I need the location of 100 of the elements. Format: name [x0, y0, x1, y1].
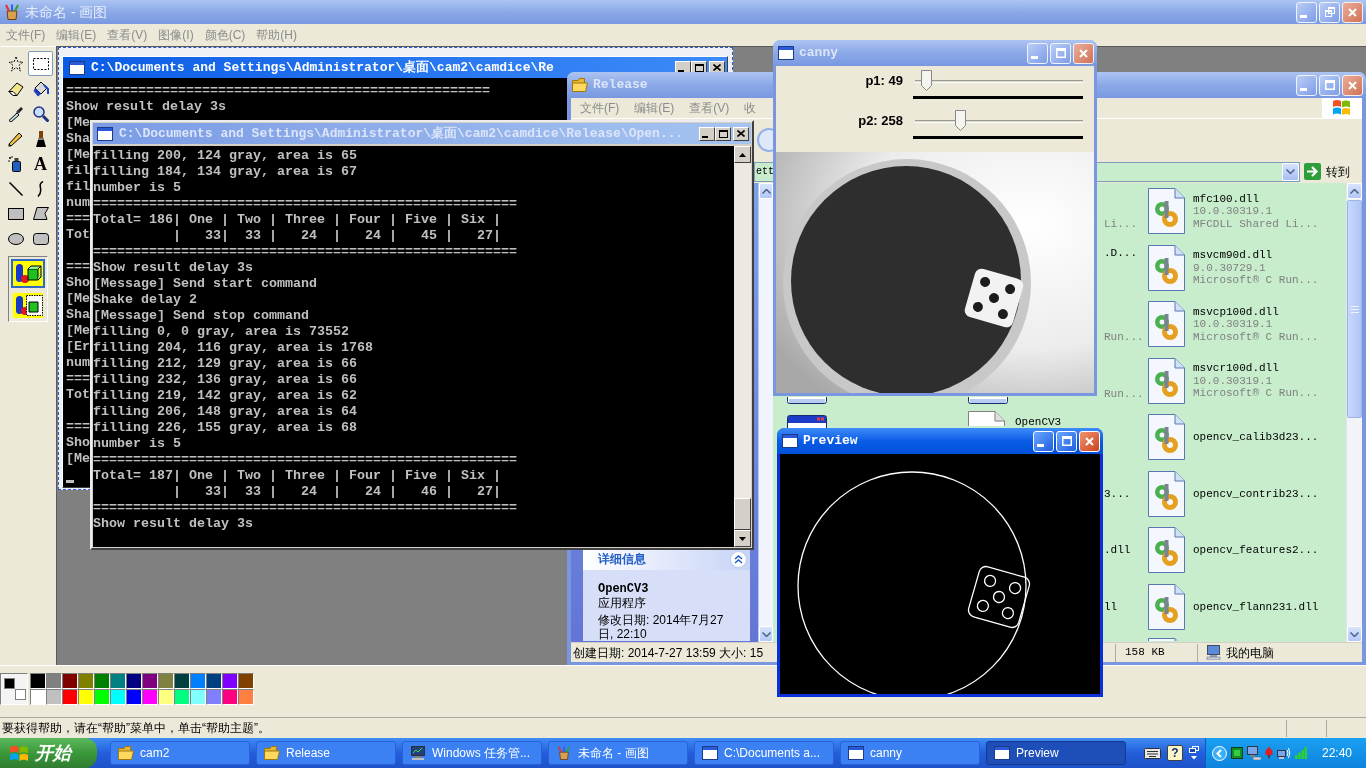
- menu-item[interactable]: 收: [744, 100, 757, 116]
- file-description: MFCDLL Shared Li...: [1193, 217, 1319, 230]
- scroll-up-button[interactable]: [1347, 183, 1362, 199]
- taskbar-button[interactable]: Preview: [986, 741, 1126, 765]
- slider-thumb[interactable]: [954, 110, 966, 131]
- restore-arrow-icon[interactable]: [1189, 746, 1199, 760]
- menu-item[interactable]: 文件(F): [580, 100, 620, 116]
- color-swatch[interactable]: [142, 673, 158, 689]
- scroll-up-button[interactable]: [734, 146, 751, 163]
- scroll-thumb[interactable]: [1347, 200, 1362, 418]
- color-swatch[interactable]: [110, 689, 126, 705]
- menu-item[interactable]: 图像(I): [158, 27, 194, 43]
- slider-track[interactable]: [913, 110, 1085, 132]
- menu-item[interactable]: 查看(V): [107, 27, 148, 43]
- scroll-down-button[interactable]: [734, 530, 751, 547]
- tool-option-button[interactable]: [11, 290, 45, 320]
- menu-item[interactable]: 编辑(E): [56, 27, 97, 43]
- console-line: ===: [66, 419, 90, 435]
- go-button[interactable]: 转到: [1304, 161, 1350, 182]
- color-swatch[interactable]: [158, 689, 174, 705]
- color-swatch[interactable]: [30, 689, 46, 705]
- window-icon: [97, 126, 113, 141]
- console-line: Shake delay 2: [93, 292, 197, 308]
- console-line: ===: [66, 371, 90, 387]
- color-swatch[interactable]: [126, 689, 142, 705]
- taskbar-button[interactable]: Release: [256, 741, 396, 765]
- rect-select-tool-button[interactable]: [28, 51, 53, 76]
- tool-option-button[interactable]: [11, 258, 45, 288]
- square-app-icon[interactable]: [1231, 747, 1243, 759]
- color-swatch[interactable]: [46, 673, 62, 689]
- file-type: 应用程序: [598, 596, 646, 610]
- keyboard-icon[interactable]: [1144, 747, 1161, 759]
- clock: 22:40: [1321, 745, 1352, 762]
- menu-item[interactable]: 帮助(H): [256, 27, 297, 43]
- close-icon: [1348, 7, 1357, 17]
- color-swatch[interactable]: [190, 689, 206, 705]
- color-swatch[interactable]: [142, 689, 158, 705]
- color-swatch[interactable]: [78, 673, 94, 689]
- menu-item[interactable]: 查看(V): [689, 100, 730, 116]
- polygon-icon: [32, 207, 49, 220]
- color-swatch[interactable]: [94, 689, 110, 705]
- chevron-circle-icon[interactable]: [1212, 745, 1227, 761]
- color-swatch[interactable]: [62, 673, 78, 689]
- taskbar-button[interactable]: cam2: [110, 741, 250, 765]
- dashed-rectangle-icon: [32, 57, 49, 70]
- secondary-swatch[interactable]: [15, 689, 26, 700]
- scroll-down-button[interactable]: [1347, 626, 1362, 642]
- console-line: Sho: [66, 435, 90, 451]
- color-swatch[interactable]: [94, 673, 110, 689]
- console-line: filling 226, 155 gray, area is 68: [93, 420, 357, 436]
- color-swatch[interactable]: [206, 689, 222, 705]
- color-swatch[interactable]: [126, 673, 142, 689]
- console-line: filling 184, 134 gray, area is 67: [93, 164, 357, 180]
- color-swatch[interactable]: [174, 673, 190, 689]
- text-tool-button[interactable]: A: [28, 151, 53, 176]
- color-swatch[interactable]: [238, 673, 254, 689]
- color-swatch[interactable]: [238, 689, 254, 705]
- taskbar-button[interactable]: canny: [840, 741, 980, 765]
- color-swatch[interactable]: [174, 689, 190, 705]
- menu-item[interactable]: 编辑(E): [634, 100, 675, 116]
- help-button[interactable]: ?: [1167, 745, 1183, 761]
- console-line: filling 219, 142 gray, area is 62: [93, 388, 357, 404]
- wireless-computer-icon[interactable]: [1277, 747, 1291, 759]
- taskbar-button[interactable]: C:\Documents a...: [694, 741, 834, 765]
- shapes-icon: [13, 292, 43, 318]
- slider-track[interactable]: [913, 70, 1085, 92]
- slider-thumb[interactable]: [920, 70, 932, 91]
- primary-swatch[interactable]: [4, 678, 15, 689]
- color-swatch[interactable]: [78, 689, 94, 705]
- file-label: Li...: [1104, 217, 1137, 230]
- dropdown-button[interactable]: [1282, 162, 1299, 181]
- file-version: 10.0.30319.1: [1193, 205, 1273, 218]
- taskbar-button[interactable]: Windows 任务管...: [402, 741, 542, 765]
- color-swatch[interactable]: [30, 673, 46, 689]
- network-computer-icon[interactable]: [1247, 746, 1261, 760]
- color-swatch[interactable]: [62, 689, 78, 705]
- color-swatch[interactable]: [206, 673, 222, 689]
- chevron-up-icon: [1350, 188, 1359, 194]
- menu-item[interactable]: 颜色(C): [204, 27, 246, 43]
- console-line: Total= 187| One | Two | Three | Four | Five | Six |: [93, 468, 501, 484]
- double-chevron-up-icon[interactable]: [730, 550, 747, 568]
- menu-item[interactable]: 文件(F): [6, 27, 46, 43]
- color-swatch[interactable]: [222, 689, 238, 705]
- scroll-down-button[interactable]: [759, 626, 773, 642]
- color-swatch[interactable]: [46, 689, 62, 705]
- color-swatch[interactable]: [190, 673, 206, 689]
- start-button[interactable]: 开始: [0, 738, 97, 768]
- gear-document-icon: [1148, 414, 1185, 461]
- color-swatch[interactable]: [222, 673, 238, 689]
- file-description: Microsoft® C Run...: [1193, 330, 1319, 343]
- color-swatch[interactable]: [110, 673, 126, 689]
- console-line: ===: [66, 259, 90, 275]
- scroll-up-button[interactable]: [759, 183, 773, 199]
- color-swatch[interactable]: [158, 673, 174, 689]
- taskbar-button[interactable]: 未命名 - 画图: [548, 741, 688, 765]
- curve-icon: [36, 180, 45, 197]
- close-icon: [1085, 436, 1094, 446]
- file-name: mfc100.dll: [1193, 192, 1259, 205]
- window-icon: [848, 746, 864, 760]
- trackbar-label: p2: 258: [857, 112, 903, 131]
